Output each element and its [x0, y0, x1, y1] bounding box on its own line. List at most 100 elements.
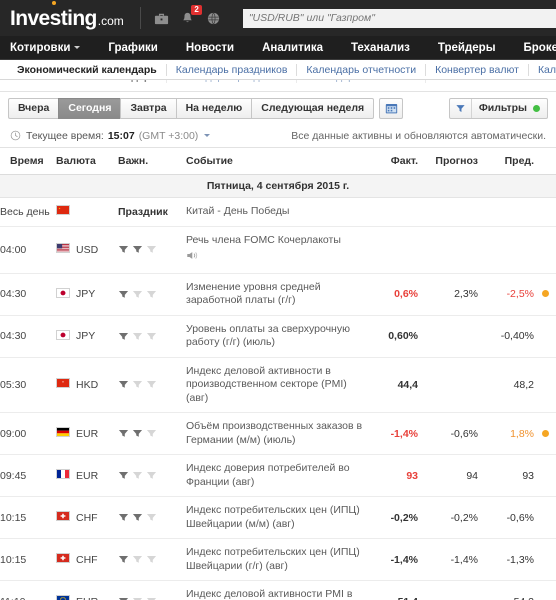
currency-code: CHF — [76, 511, 98, 524]
table-row[interactable]: 04:30 JPY Уровень оплаты за сверхурочную… — [0, 315, 556, 358]
importance-indicator — [118, 554, 186, 565]
section-tab-1[interactable]: Календарь праздников — [167, 63, 298, 76]
table-row[interactable]: 10:15 CHF Индекс потребительских цен (ИП… — [0, 496, 556, 539]
cell-forecast: 2,3% — [418, 273, 478, 316]
filters-button[interactable]: Фильтры — [448, 97, 548, 119]
cell-actual: 93 — [366, 454, 418, 497]
cell-event[interactable]: Индекс деловой активности в производстве… — [186, 357, 366, 413]
currency-code: EUR — [76, 469, 99, 482]
cell-indicator — [534, 197, 556, 227]
bell-icon[interactable]: 2 — [180, 4, 202, 26]
cell-previous: -0,6% — [478, 496, 534, 539]
cell-importance — [118, 357, 186, 413]
cell-time: 10:15 — [0, 538, 56, 581]
chevron-down-icon — [74, 46, 81, 49]
nav-item-label: Трейдеры — [437, 41, 496, 54]
currency-code: CHF — [76, 553, 98, 566]
cell-forecast: 94 — [418, 454, 478, 497]
column-header-importance[interactable]: Важн. — [118, 148, 186, 175]
section-tab-3[interactable]: Конвертер валют — [426, 63, 529, 76]
cell-indicator — [534, 226, 556, 274]
nav-item-1[interactable]: Графики — [108, 42, 157, 54]
date-range-4[interactable]: Следующая неделя — [251, 97, 375, 119]
cell-event[interactable]: Изменение уровня средней заработной плат… — [186, 273, 366, 316]
search-input[interactable] — [242, 8, 556, 28]
economic-calendar-table: Время Валюта Важн. Событие Факт. Прогноз… — [0, 148, 556, 600]
briefcase-icon[interactable] — [154, 11, 169, 26]
speaker-icon[interactable] — [186, 247, 366, 266]
flag-icon-fr — [56, 469, 70, 482]
funnel-icon — [450, 98, 472, 118]
date-range-button-group: Вчера Сегодня Завтра На неделю Следующая нед… — [8, 97, 375, 119]
table-row[interactable]: 04:30 JPY Изменение уровня средней зараб… — [0, 273, 556, 316]
table-header-row: Время Валюта Важн. Событие Факт. Прогноз… — [0, 148, 556, 175]
importance-indicator — [118, 428, 186, 439]
column-header-actual[interactable]: Факт. — [366, 148, 418, 175]
cell-time: 05:30 — [0, 357, 56, 413]
site-logo[interactable]: Investing .com — [10, 1, 124, 29]
column-header-event[interactable]: Событие — [186, 148, 366, 175]
table-row[interactable]: 04:00 USD Речь члена FOMC Кочерлакоты — [0, 226, 556, 274]
cell-event[interactable]: Объём производственных заказов в Германи… — [186, 412, 366, 455]
table-row[interactable]: 09:45 EUR Индекс доверия потребителей во… — [0, 454, 556, 497]
alert-dot-icon[interactable] — [541, 429, 549, 437]
nav-item-4[interactable]: Теханализ — [351, 42, 410, 54]
date-range-0[interactable]: Вчера — [8, 97, 59, 119]
timezone-dropdown-caret-icon[interactable] — [204, 134, 211, 137]
cell-time: 10:15 — [0, 496, 56, 539]
cell-importance — [118, 412, 186, 455]
calendar-icon[interactable] — [379, 97, 404, 119]
table-row[interactable]: 10:15 CHF Индекс потребительских цен (ИП… — [0, 538, 556, 581]
cell-event[interactable]: Уровень оплаты за сверхурочную работу (г… — [186, 315, 366, 358]
cell-event[interactable]: Китай - День Победы — [186, 197, 366, 227]
section-tab-2[interactable]: Календарь отчетности — [297, 63, 427, 76]
date-range-3[interactable]: На неделю — [175, 97, 252, 119]
cell-event[interactable]: Индекс деловой активности PMI в рознично… — [186, 580, 366, 600]
column-header-time[interactable]: Время — [0, 148, 56, 175]
cell-indicator — [534, 538, 556, 581]
cell-event[interactable]: Индекс потребительских цен (ИПЦ) Швейцар… — [186, 496, 366, 539]
nav-item-3[interactable]: Аналитика — [262, 42, 323, 54]
table-row[interactable]: 05:30 HKD Индекс деловой активности в пр… — [0, 357, 556, 413]
cell-actual: 0,60% — [366, 315, 418, 358]
flag-icon-cn — [56, 205, 70, 218]
section-tab-0[interactable]: Экономический календарь — [8, 63, 167, 76]
day-header-label: Пятница, 4 сентября 2015 г. — [0, 174, 556, 198]
table-row[interactable]: 11:10 EUR Индекс деловой активности PMI … — [0, 580, 556, 600]
nav-item-5[interactable]: Трейдеры — [438, 42, 496, 54]
cell-forecast — [418, 315, 478, 358]
table-row[interactable]: 09:00 EUR Объём производственных заказов… — [0, 412, 556, 455]
cell-previous: 54,2 — [478, 580, 534, 600]
cell-actual: -0,2% — [366, 496, 418, 539]
cell-forecast: -1,4% — [418, 538, 478, 581]
nav-item-0[interactable]: Котировки — [10, 42, 81, 54]
nav-item-2[interactable]: Новости — [186, 42, 234, 54]
section-tab-4[interactable]: Календа — [529, 64, 556, 76]
table-body: Пятница, 4 сентября 2015 г. Весь день Пр… — [0, 174, 556, 600]
column-header-forecast[interactable]: Прогноз — [418, 148, 478, 175]
flag-icon-eu — [56, 595, 70, 600]
cell-event[interactable]: Речь члена FOMC Кочерлакоты — [186, 226, 366, 274]
importance-indicator — [118, 331, 186, 342]
nav-item-6[interactable]: Брокеры — [524, 42, 556, 54]
date-range-1[interactable]: Сегодня — [58, 97, 121, 119]
column-header-currency[interactable]: Валюта — [56, 148, 118, 175]
cell-previous — [478, 197, 534, 227]
date-range-2[interactable]: Завтра — [120, 97, 176, 119]
cell-currency: CHF — [56, 538, 118, 581]
currency-code: JPY — [76, 288, 96, 300]
clipped-tab-strip-artifact: Экономический календарьКалендарь праздни… — [0, 80, 556, 92]
cell-event[interactable]: Индекс потребительских цен (ИПЦ) Швейцар… — [186, 538, 366, 581]
currency-code: EUR — [76, 596, 98, 600]
table-row[interactable]: Весь день Праздник Китай - День Победы — [0, 197, 556, 227]
globe-icon[interactable] — [206, 11, 221, 26]
column-header-previous[interactable]: Пред. — [478, 148, 534, 175]
currency-code: HKD — [76, 378, 99, 391]
event-name: Речь члена FOMC Кочерлакоты — [186, 233, 341, 246]
clock-icon — [10, 130, 21, 141]
cell-event[interactable]: Индекс доверия потребителей во Франции (… — [186, 454, 366, 497]
cell-indicator — [534, 357, 556, 413]
cell-previous — [478, 226, 534, 274]
search-container — [242, 8, 556, 28]
alert-dot-icon[interactable] — [541, 290, 549, 297]
